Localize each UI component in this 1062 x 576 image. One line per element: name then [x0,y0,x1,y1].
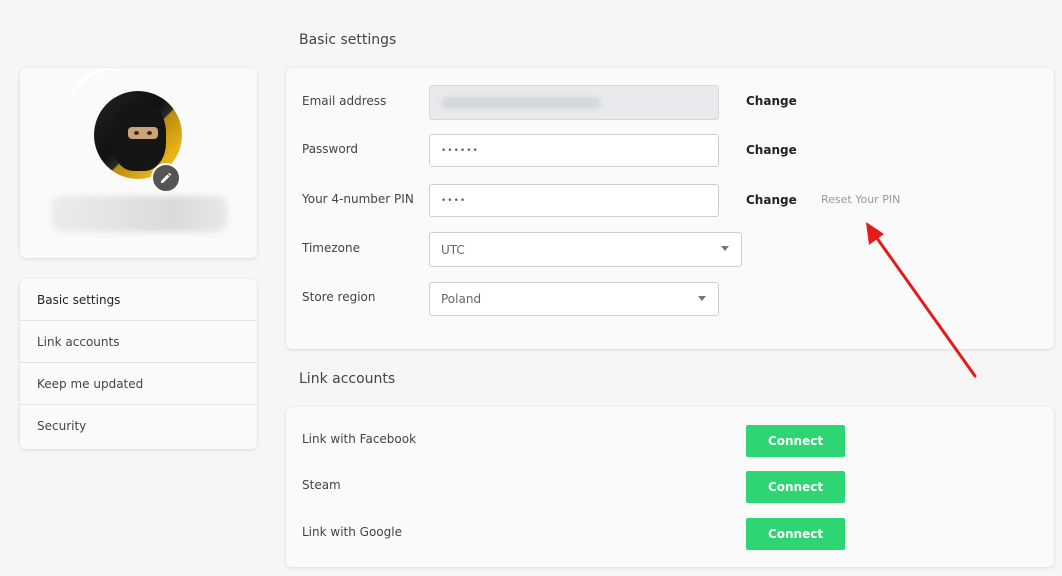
email-field [429,85,719,120]
basic-settings-card: Email address Change Password •••••• Cha… [286,68,1054,349]
change-password-link[interactable]: Change [746,143,797,157]
connect-steam-button[interactable]: Connect [746,471,845,503]
chevron-down-icon [721,246,729,251]
connect-google-button[interactable]: Connect [746,518,845,550]
menu-item-link-accounts[interactable]: Link accounts [20,321,257,363]
password-label: Password [302,142,359,156]
change-email-link[interactable]: Change [746,94,797,108]
timezone-value: UTC [441,242,465,257]
chevron-down-icon [698,296,706,301]
pin-value: •••• [441,195,467,206]
pencil-icon [161,172,172,183]
menu-item-keep-me-updated[interactable]: Keep me updated [20,363,257,405]
basic-settings-title: Basic settings [299,32,397,48]
link-accounts-title: Link accounts [299,371,396,387]
steam-label: Steam [302,478,341,492]
region-value: Poland [441,292,482,306]
connect-facebook-button[interactable]: Connect [746,425,845,457]
edit-avatar-button[interactable] [151,163,181,193]
profile-card [20,58,257,258]
password-field[interactable]: •••••• [429,134,719,167]
change-pin-link[interactable]: Change [746,193,797,207]
password-value: •••••• [441,145,479,156]
settings-menu: Basic settings Link accounts Keep me upd… [20,279,257,449]
menu-item-basic-settings[interactable]: Basic settings [20,279,257,321]
timezone-label: Timezone [302,241,360,255]
pin-label: Your 4-number PIN [302,192,414,206]
google-label: Link with Google [302,525,402,539]
region-select[interactable]: Poland [429,282,719,316]
link-accounts-card: Link with Facebook Connect Steam Connect… [286,407,1054,567]
region-label: Store region [302,290,376,304]
reset-pin-link[interactable]: Reset Your PIN [821,193,900,206]
username-redacted [51,196,227,232]
pin-field[interactable]: •••• [429,184,719,217]
email-label: Email address [302,94,387,108]
timezone-select[interactable]: UTC [429,232,742,267]
facebook-label: Link with Facebook [302,432,417,446]
menu-item-security[interactable]: Security [20,405,257,446]
avatar-container [94,91,182,193]
